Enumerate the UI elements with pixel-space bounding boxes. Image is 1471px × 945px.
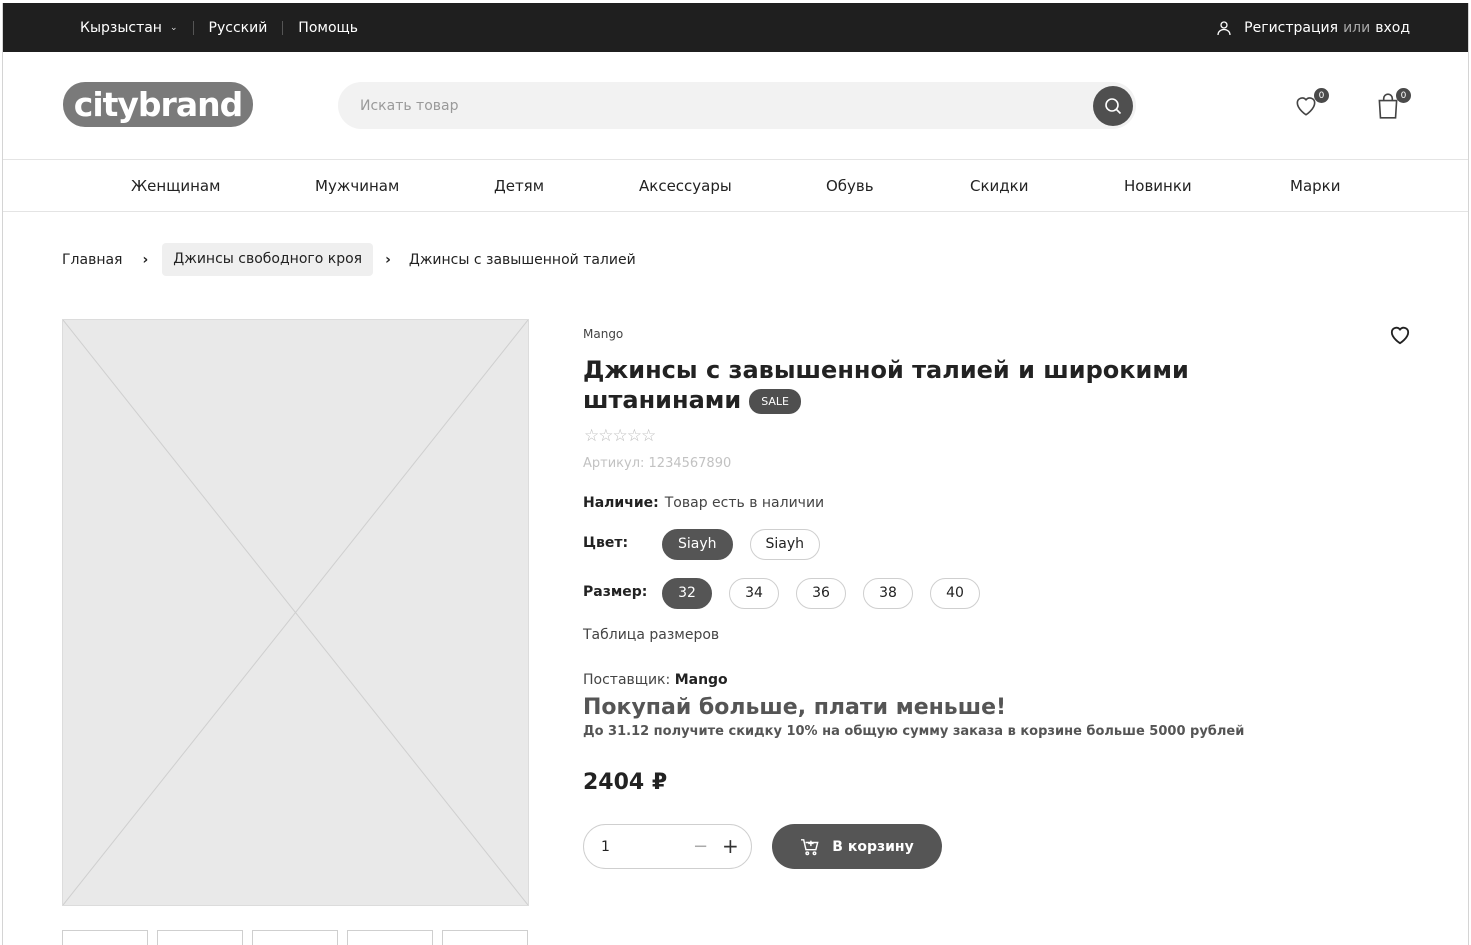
- auth-links: Регистрация или вход: [1216, 3, 1410, 52]
- thumbnail-strip: [62, 930, 528, 945]
- nav-item-shoes[interactable]: Обувь: [826, 160, 874, 212]
- nav-item-men[interactable]: Мужчинам: [315, 160, 399, 212]
- register-link[interactable]: Регистрация: [1244, 20, 1338, 36]
- supplier: Поставщик: Mango: [583, 672, 728, 688]
- wishlist-count-badge: 0: [1314, 88, 1329, 103]
- breadcrumb-home[interactable]: Главная: [62, 252, 122, 268]
- nav-item-kids[interactable]: Детям: [494, 160, 544, 212]
- cart-count-badge: 0: [1396, 88, 1411, 103]
- supplier-label: Поставщик:: [583, 672, 671, 688]
- country-label: Кырзыстан: [80, 19, 162, 36]
- size-option[interactable]: 36: [796, 578, 846, 609]
- color-option[interactable]: Siayh: [749, 529, 821, 560]
- breadcrumb: Главная › Джинсы свободного кроя › Джинс…: [62, 243, 636, 276]
- decrease-quantity-button[interactable]: −: [693, 825, 708, 868]
- supplier-value[interactable]: Mango: [675, 672, 728, 688]
- size-table-link[interactable]: Таблица размеров: [583, 627, 719, 643]
- thumbnail[interactable]: [347, 930, 433, 945]
- login-link[interactable]: вход: [1375, 20, 1410, 36]
- thumbnail[interactable]: [157, 930, 243, 945]
- help-link[interactable]: Помощь: [283, 20, 373, 36]
- logo[interactable]: citybrand: [63, 82, 253, 127]
- availability: Наличие: Товар есть в наличии: [583, 495, 824, 511]
- size-option[interactable]: 38: [863, 578, 913, 609]
- color-option-selected[interactable]: Siayh: [662, 529, 733, 560]
- breadcrumb-category[interactable]: Джинсы свободного кроя: [162, 243, 374, 276]
- breadcrumb-current: Джинсы с завышенной талией: [408, 251, 636, 268]
- cart-button[interactable]: 0: [1375, 88, 1411, 122]
- size-option[interactable]: 34: [729, 578, 779, 609]
- nav-item-brands[interactable]: Марки: [1290, 160, 1340, 212]
- help-label: Помощь: [298, 19, 358, 36]
- size-option-selected[interactable]: 32: [662, 578, 712, 609]
- top-bar: Кырзыстан ⌄ Русский Помощь Регистрация и…: [3, 3, 1468, 52]
- search-button[interactable]: [1093, 86, 1133, 126]
- search-bar: [338, 82, 1136, 129]
- user-icon: [1217, 20, 1231, 35]
- size-option[interactable]: 40: [930, 578, 980, 609]
- chevron-right-icon: ›: [142, 251, 149, 268]
- promo-title: Покупай больше, плати меньше!: [583, 695, 1007, 720]
- add-to-favorites-button[interactable]: [1389, 325, 1411, 345]
- quantity-stepper: − +: [583, 824, 752, 869]
- color-options: Siayh Siayh: [662, 529, 821, 560]
- wishlist-button[interactable]: 0: [1293, 88, 1329, 122]
- product-brand[interactable]: Mango: [583, 327, 623, 341]
- product-title: Джинсы с завышенной талией и широкими шт…: [583, 355, 1223, 415]
- search-input[interactable]: [360, 82, 1080, 129]
- chevron-down-icon: ⌄: [169, 22, 178, 33]
- size-label: Размер:: [583, 584, 648, 600]
- top-bar-left: Кырзыстан ⌄ Русский Помощь: [80, 3, 373, 52]
- page: Кырзыстан ⌄ Русский Помощь Регистрация и…: [2, 3, 1469, 945]
- sale-badge: SALE: [749, 389, 801, 414]
- language-selector[interactable]: Русский: [194, 20, 283, 36]
- product-image-placeholder[interactable]: [62, 319, 529, 906]
- promo-text: До 31.12 получите скидку 10% на общую су…: [583, 724, 1245, 739]
- product-sku: Артикул: 1234567890: [583, 456, 732, 471]
- image-placeholder-cross: [62, 319, 529, 906]
- size-options: 32 34 36 38 40: [662, 578, 980, 609]
- cart-add-icon: [801, 838, 819, 855]
- add-to-cart-label: В корзину: [832, 838, 914, 855]
- or-text: или: [1343, 19, 1371, 36]
- nav-item-new[interactable]: Новинки: [1124, 160, 1192, 212]
- nav-item-women[interactable]: Женщинам: [131, 160, 220, 212]
- header: citybrand 0 0: [3, 52, 1468, 160]
- heart-icon: [1390, 326, 1410, 345]
- increase-quantity-button[interactable]: +: [722, 825, 739, 868]
- nav-item-accessories[interactable]: Аксессуары: [639, 160, 732, 212]
- chevron-right-icon: ›: [385, 251, 391, 268]
- add-to-cart-button[interactable]: В корзину: [772, 824, 942, 869]
- country-selector[interactable]: Кырзыстан ⌄: [80, 20, 193, 36]
- availability-label: Наличие:: [583, 495, 659, 511]
- product-title-text: Джинсы с завышенной талией и широкими шт…: [583, 356, 1189, 414]
- availability-value: Товар есть в наличии: [664, 495, 825, 511]
- product-price: 2404 ₽: [583, 770, 668, 795]
- rating-stars[interactable]: ☆☆☆☆☆: [584, 426, 656, 446]
- quantity-input[interactable]: [601, 825, 661, 868]
- thumbnail[interactable]: [252, 930, 338, 945]
- color-label: Цвет:: [583, 535, 629, 551]
- thumbnail[interactable]: [62, 930, 148, 945]
- main-nav: Женщинам Мужчинам Детям Аксессуары Обувь…: [3, 160, 1468, 212]
- language-label: Русский: [208, 19, 268, 36]
- search-icon: [1105, 98, 1122, 115]
- thumbnail[interactable]: [442, 930, 528, 945]
- nav-item-sale[interactable]: Скидки: [970, 160, 1028, 212]
